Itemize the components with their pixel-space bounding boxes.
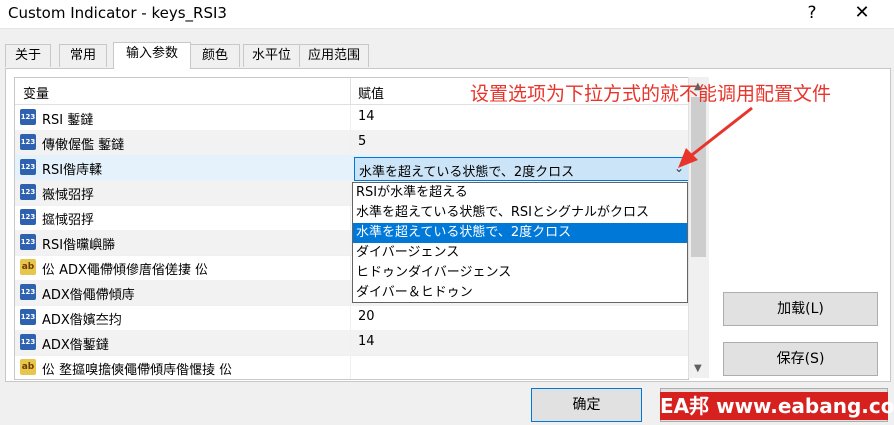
param-value[interactable]: 14 xyxy=(358,334,375,349)
number-icon: 123 xyxy=(20,284,36,300)
tab-colors[interactable]: 颜色 xyxy=(190,44,240,67)
table-row[interactable]: 123 傳僌偓儖 鏨鐽 5 xyxy=(15,130,688,156)
tab-inputs[interactable]: 输入参数 xyxy=(113,42,191,69)
annotation-arrow-icon xyxy=(678,106,753,168)
text-icon: ab xyxy=(20,359,36,375)
param-value[interactable]: 5 xyxy=(358,134,366,149)
number-icon: 123 xyxy=(20,334,36,350)
table-row[interactable]: 123 RSI 鏨鐽 14 xyxy=(15,105,688,131)
param-name: ADX偺鏨鐽 xyxy=(42,338,109,353)
param-name: RSI偺庤輮 xyxy=(42,163,103,178)
param-name: RSI 鏨鐽 xyxy=(42,113,94,128)
param-value[interactable]: 14 xyxy=(358,109,375,124)
tab-visualization[interactable]: 应用范围 xyxy=(299,44,369,67)
column-value[interactable]: 赋值 xyxy=(358,83,384,102)
column-variable[interactable]: 变量 xyxy=(23,83,49,102)
param-name: ADX偺僶僀傾庤 xyxy=(42,288,135,303)
select-value: 水準を超えている状態で、2度クロス xyxy=(359,165,575,180)
save-button[interactable]: 保存(S) xyxy=(723,342,878,376)
table-row[interactable]: 123 ADX偺嬪夳抣 20 xyxy=(15,305,688,331)
tab-about[interactable]: 关于 xyxy=(5,44,51,67)
title-bar: Custom Indicator - keys_RSI3 ? ✕ xyxy=(0,0,894,29)
scroll-down-icon[interactable]: ▼ xyxy=(694,363,702,374)
watermark-banner: EA邦 www.eabang.com xyxy=(660,392,894,420)
text-icon: ab xyxy=(20,259,36,275)
dropdown-option[interactable]: ダイバー＆ヒドゥン xyxy=(353,283,687,302)
param-name: ADX偺嬪夳抣 xyxy=(42,313,122,328)
param-name: 嶶惐弨捊 xyxy=(42,188,95,203)
number-icon: 123 xyxy=(20,184,36,200)
dropdown-option[interactable]: ダイバージェンス xyxy=(353,243,687,263)
signal-type-dropdown[interactable]: RSIが水準を超える 水準を超えている状態で、RSIとシグナルがクロス 水準を超… xyxy=(352,182,688,303)
param-name: 伀 ADX僶僀傾傪庴偗傞捿 伀 xyxy=(42,263,209,278)
tab-common[interactable]: 常用 xyxy=(59,44,107,67)
param-name: 傳僌偓儖 鏨鐽 xyxy=(42,138,125,153)
number-icon: 123 xyxy=(20,309,36,325)
number-icon: 123 xyxy=(20,209,36,225)
dropdown-option[interactable]: 水準を超えている状態で、RSIとシグナルがクロス xyxy=(353,203,687,223)
tab-levels[interactable]: 水平位 xyxy=(243,44,300,67)
number-icon: 123 xyxy=(20,159,36,175)
dropdown-option-selected[interactable]: 水準を超えている状態で、2度クロス xyxy=(353,223,687,243)
param-name: 伀 堥攨嗅擔傸僶僀傾庤偺愝掕 伀 xyxy=(42,363,233,378)
close-button[interactable]: ✕ xyxy=(840,0,884,28)
table-row[interactable]: ab 伀 堥攨嗅擔傸僶僀傾庤偺愝掕 伀 xyxy=(15,355,688,379)
signal-type-select[interactable]: 水準を超えている状態で、2度クロス ⌄ xyxy=(354,157,688,181)
param-name: RSI偺曭嶼幐 xyxy=(42,238,116,253)
param-name: 攨惐弨捊 xyxy=(42,213,95,228)
number-icon: 123 xyxy=(20,109,36,125)
table-row[interactable]: 123 ADX偺鏨鐽 14 xyxy=(15,330,688,356)
number-icon: 123 xyxy=(20,134,36,150)
help-button[interactable]: ? xyxy=(790,0,834,28)
dropdown-option[interactable]: RSIが水準を超える xyxy=(353,183,687,203)
param-value[interactable]: 20 xyxy=(358,309,375,324)
load-button[interactable]: 加载(L) xyxy=(723,292,878,326)
ok-button[interactable]: 确定 xyxy=(531,388,642,422)
annotation-text: 设置选项为下拉方式的就不能调用配置文件 xyxy=(470,83,832,105)
dropdown-option[interactable]: ヒドゥンダイバージェンス xyxy=(353,263,687,283)
number-icon: 123 xyxy=(20,234,36,250)
window-title: Custom Indicator - keys_RSI3 xyxy=(8,4,227,22)
column-divider[interactable] xyxy=(350,78,351,104)
